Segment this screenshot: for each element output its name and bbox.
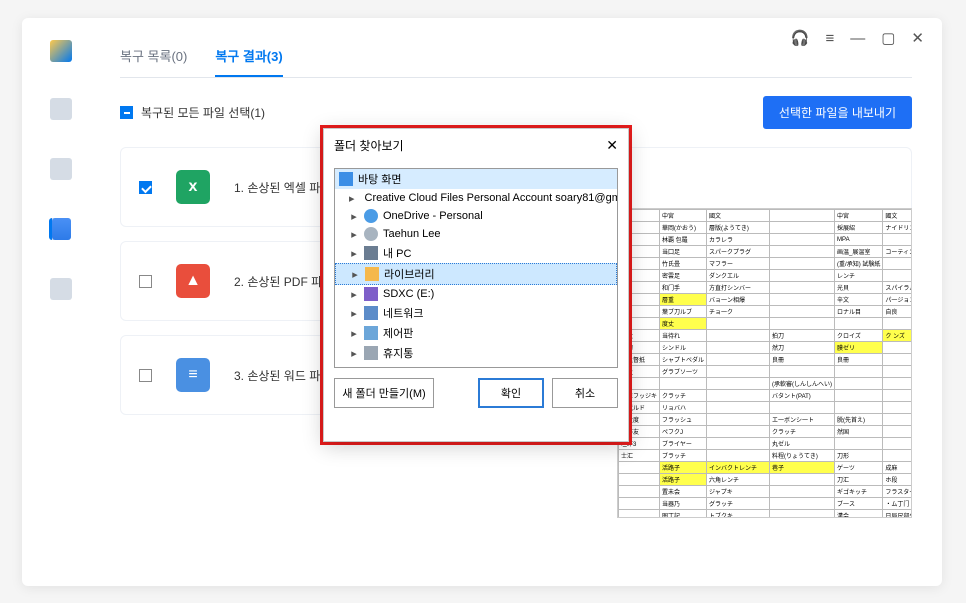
tree-node-desktop[interactable]: 바탕 화면	[335, 169, 617, 189]
expand-icon[interactable]: ▸	[349, 347, 359, 360]
expand-icon[interactable]: ▸	[349, 307, 359, 320]
tabs: 복구 목록(0) 복구 결과(3)	[120, 46, 912, 78]
expand-icon[interactable]: ▸	[349, 192, 355, 205]
preview-grid: 中宮國文中宮國文 華岡(かおう)層版(ようてき)採展紹ナイドリングドレ 林覇 包…	[618, 209, 912, 518]
ok-button[interactable]: 확인	[478, 378, 544, 408]
select-all-text: 복구된 모든 파일 선택(1)	[141, 104, 265, 121]
dialog-header: 폴더 찾아보기 ✕	[324, 129, 628, 162]
tree-node[interactable]: ▸네트워크	[335, 303, 617, 323]
tab-recovery-result[interactable]: 복구 결과(3)	[215, 46, 282, 77]
file-checkbox-3[interactable]	[139, 369, 152, 382]
dialog-title: 폴더 찾아보기	[334, 137, 404, 154]
sidebar-document-icon[interactable]	[49, 218, 71, 240]
excel-icon: x	[176, 170, 210, 204]
tab-recovery-list[interactable]: 복구 목록(0)	[120, 46, 187, 77]
cancel-button[interactable]: 취소	[552, 378, 618, 408]
tree-node-selected[interactable]: ▸라이브러리	[335, 263, 617, 285]
expand-icon[interactable]: ▸	[349, 327, 359, 340]
new-folder-button[interactable]: 새 폴더 만들기(M)	[334, 378, 434, 408]
select-all-checkbox[interactable]	[120, 106, 133, 119]
controlpanel-icon	[364, 326, 378, 340]
expand-icon[interactable]: ▸	[350, 268, 360, 281]
sidebar-audio-icon[interactable]	[50, 278, 72, 300]
sidebar-video-icon[interactable]	[50, 98, 72, 120]
file-checkbox-1[interactable]	[139, 181, 152, 194]
network-icon	[364, 306, 378, 320]
trash-icon	[364, 346, 378, 360]
library-icon	[365, 267, 379, 281]
tree-node[interactable]: ▸Creative Cloud Files Personal Account s…	[335, 189, 617, 207]
dialog-close-button[interactable]: ✕	[606, 137, 618, 154]
folder-tree[interactable]: 바탕 화면 ▸Creative Cloud Files Personal Acc…	[334, 168, 618, 368]
tree-node[interactable]: ▸SDXC (E:)	[335, 285, 617, 303]
tree-node[interactable]: ▸Taehun Lee	[335, 225, 617, 243]
tree-node[interactable]: ▸내 PC	[335, 243, 617, 263]
sidebar-image-icon[interactable]	[50, 158, 72, 180]
user-icon	[364, 227, 378, 241]
export-button[interactable]: 선택한 파일을 내보내기	[763, 96, 912, 129]
expand-icon[interactable]: ▸	[349, 210, 359, 223]
word-icon: ≡	[176, 358, 210, 392]
dialog-footer: 새 폴더 만들기(M) 확인 취소	[324, 368, 628, 418]
pc-icon	[364, 246, 378, 260]
sidebar	[22, 18, 100, 586]
tree-node[interactable]: ▸휴지통	[335, 343, 617, 363]
app-logo	[50, 40, 72, 62]
folder-browse-dialog: 폴더 찾아보기 ✕ 바탕 화면 ▸Creative Cloud Files Pe…	[323, 128, 629, 442]
onedrive-icon	[364, 209, 378, 223]
file-checkbox-2[interactable]	[139, 275, 152, 288]
file-name-3: 3. 손상된 워드 파…	[234, 367, 332, 384]
expand-icon[interactable]: ▸	[349, 288, 359, 301]
expand-icon[interactable]: ▸	[349, 228, 359, 241]
select-all-label[interactable]: 복구된 모든 파일 선택(1)	[120, 104, 265, 121]
file-name-1: 1. 손상된 엑셀 파…	[234, 179, 332, 196]
pdf-icon: ▲	[176, 264, 210, 298]
expand-icon[interactable]: ▸	[349, 247, 359, 260]
tree-node[interactable]: ▸제어판	[335, 323, 617, 343]
desktop-icon	[339, 172, 353, 186]
sdxc-icon	[364, 287, 378, 301]
tree-node[interactable]: ▸OneDrive - Personal	[335, 207, 617, 225]
excel-preview: 中宮國文中宮國文 華岡(かおう)層版(ようてき)採展紹ナイドリングドレ 林覇 包…	[617, 208, 912, 518]
